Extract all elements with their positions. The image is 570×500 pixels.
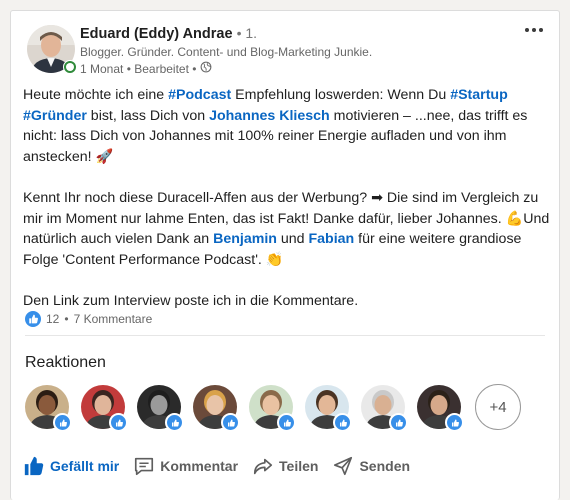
reactions-list: +4 [25,384,521,432]
online-status-icon [63,60,77,74]
share-button[interactable]: Teilen [252,455,318,477]
like-reaction-icon [25,311,41,327]
reactor-avatar[interactable] [361,385,408,432]
count-separator: • [64,312,69,326]
like-badge-icon [109,413,128,432]
post-text: Heute möchte ich eine #Podcast Empfehlun… [23,85,553,312]
mention-johannes-kliesch[interactable]: Johannes Kliesch [209,108,330,124]
share-label: Teilen [279,458,319,474]
post-paragraph-2: Kennt Ihr noch diese Duracell-Affen aus … [23,189,550,268]
reactor-avatar[interactable] [305,385,352,432]
connection-degree: • 1. [236,25,258,41]
comment-count[interactable]: 7 Kommentare [74,312,153,326]
thumbs-up-icon [24,456,44,476]
post-paragraph-3: Den Link zum Interview poste ich in die … [23,292,359,309]
more-options-icon[interactable] [519,23,543,37]
reactor-avatar[interactable] [193,385,240,432]
reactor-avatar[interactable] [249,385,296,432]
comment-icon [135,457,154,476]
reactor-avatar[interactable] [417,385,464,432]
share-icon [253,458,273,475]
like-badge-icon [445,413,464,432]
comment-button[interactable]: Kommentar [133,455,238,477]
hashtag-startup[interactable]: #Startup [450,87,508,103]
like-badge-icon [53,413,72,432]
more-reactions-button[interactable]: +4 [475,384,521,430]
like-count[interactable]: 12 [46,312,59,326]
divider [25,335,545,336]
hashtag-gruender[interactable]: #Gründer [23,108,87,124]
send-label: Senden [359,458,411,474]
like-badge-icon [333,413,352,432]
post-card: Eduard (Eddy) Andrae • 1. Blogger. Gründ… [10,10,560,500]
social-counts: 12 • 7 Kommentare [25,311,152,327]
globe-icon [200,61,212,76]
author-name-line: Eduard (Eddy) Andrae • 1. [80,25,257,42]
send-icon [334,456,353,476]
reactor-avatar[interactable] [81,385,128,432]
author-headline: Blogger. Gründer. Content- und Blog-Mark… [80,45,373,59]
like-badge-icon [277,413,296,432]
comment-label: Kommentar [160,458,239,474]
hashtag-podcast[interactable]: #Podcast [168,87,231,103]
like-button[interactable]: Gefällt mir [23,455,119,477]
like-badge-icon [389,413,408,432]
reactor-avatar[interactable] [25,385,72,432]
like-badge-icon [165,413,184,432]
mention-fabian[interactable]: Fabian [309,231,355,247]
action-bar: Gefällt mir Kommentar Teilen Senden [23,455,424,477]
post-time: 1 Monat • Bearbeitet • [80,61,197,76]
mention-benjamin[interactable]: Benjamin [213,231,277,247]
like-label: Gefällt mir [50,458,120,474]
post-meta: 1 Monat • Bearbeitet • [80,61,212,76]
like-badge-icon [221,413,240,432]
reactor-avatar[interactable] [137,385,184,432]
reactions-heading: Reaktionen [25,354,106,371]
author-name[interactable]: Eduard (Eddy) Andrae [80,26,233,42]
send-button[interactable]: Senden [332,455,410,477]
author-avatar[interactable] [27,25,77,74]
post-paragraph-1: Heute möchte ich eine #Podcast Empfehlun… [23,87,528,165]
